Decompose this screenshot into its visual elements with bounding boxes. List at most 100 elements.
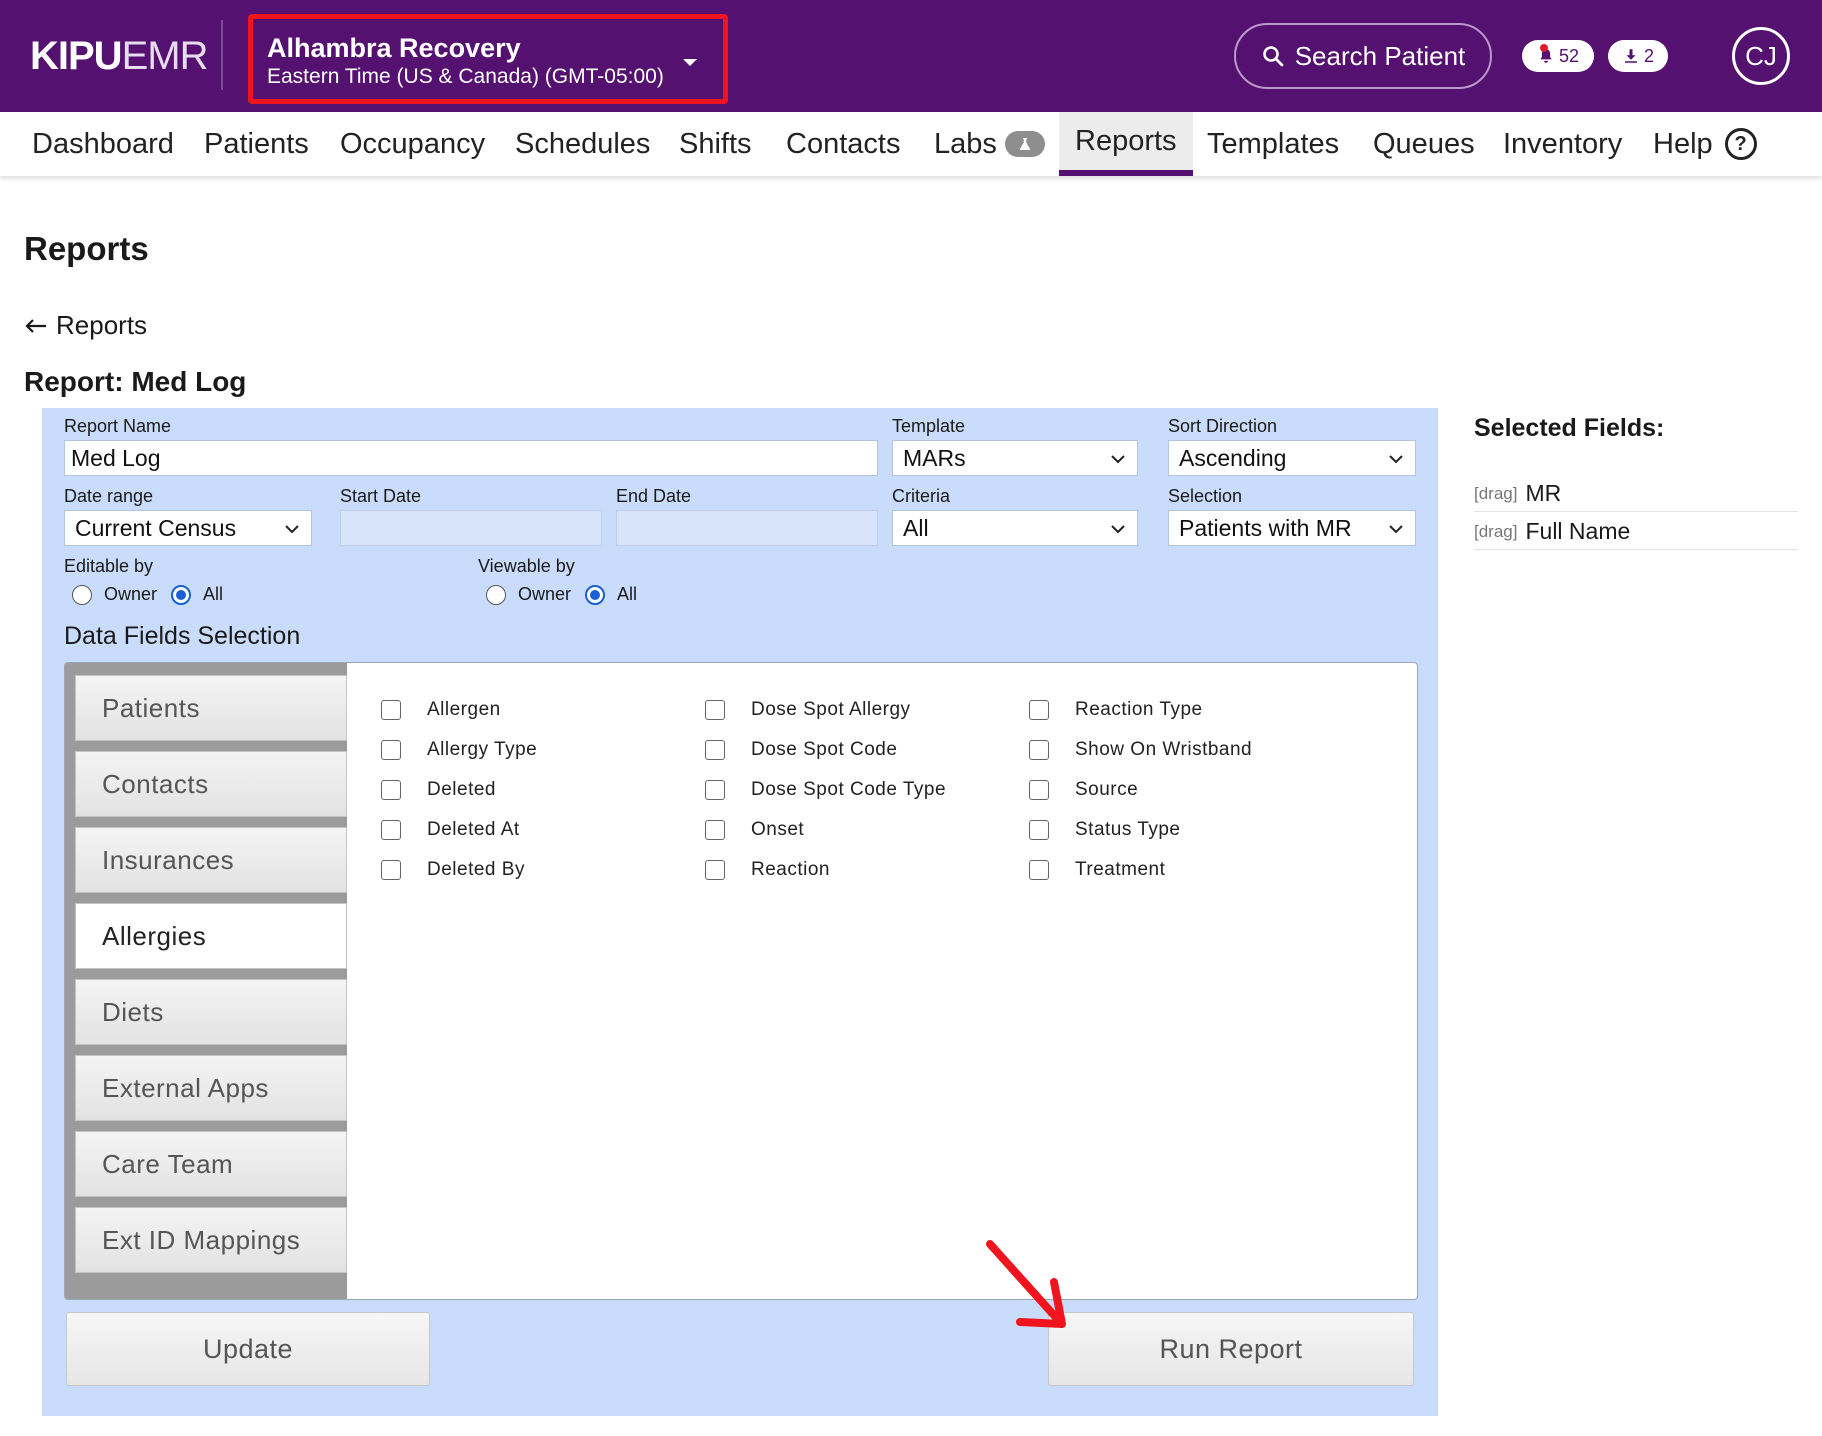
field-status-type[interactable]: Status Type xyxy=(1029,819,1181,841)
viewable-all-label: All xyxy=(617,584,638,604)
nav-queues[interactable]: Queues xyxy=(1357,112,1491,176)
update-button[interactable]: Update xyxy=(66,1312,430,1386)
start-date-input[interactable] xyxy=(340,510,602,546)
tab-allergies[interactable]: Allergies xyxy=(75,903,347,969)
template-label: Template xyxy=(892,416,966,436)
nav-help-label: Help xyxy=(1653,127,1713,160)
tab-external-apps[interactable]: External Apps xyxy=(75,1055,347,1121)
checkbox[interactable] xyxy=(705,700,725,720)
facility-selector[interactable]: Alhambra Recovery Eastern Time (US & Can… xyxy=(248,14,728,104)
field-deleted-by[interactable]: Deleted By xyxy=(381,859,525,881)
viewable-owner-label: Owner xyxy=(518,584,572,604)
run-report-button[interactable]: Run Report xyxy=(1048,1312,1414,1386)
checkbox[interactable] xyxy=(1029,860,1049,880)
checkbox[interactable] xyxy=(705,780,725,800)
downloads-count: 2 xyxy=(1643,45,1654,66)
editable-owner-label: Owner xyxy=(104,584,158,604)
nav-reports[interactable]: Reports xyxy=(1059,112,1193,176)
nav-templates[interactable]: Templates xyxy=(1191,112,1355,176)
template-select[interactable]: MARs xyxy=(892,440,1138,476)
field-treatment[interactable]: Treatment xyxy=(1029,859,1165,881)
selected-field-item[interactable]: [drag] MR xyxy=(1474,476,1798,512)
caret-down-icon xyxy=(683,59,697,66)
selection-select[interactable]: Patients with MR xyxy=(1168,510,1416,546)
nav-help[interactable]: Help ? xyxy=(1637,112,1773,176)
tab-care-team[interactable]: Care Team xyxy=(75,1131,347,1197)
nav-labs[interactable]: Labs xyxy=(918,112,1061,176)
field-dose-spot-code-type[interactable]: Dose Spot Code Type xyxy=(705,779,946,801)
user-avatar[interactable]: CJ xyxy=(1732,27,1790,85)
nav-occupancy[interactable]: Occupancy xyxy=(324,112,501,176)
checkbox[interactable] xyxy=(381,860,401,880)
checkbox[interactable] xyxy=(1029,780,1049,800)
field-deleted-at[interactable]: Deleted At xyxy=(381,819,520,841)
checkbox[interactable] xyxy=(1029,700,1049,720)
checkbox[interactable] xyxy=(705,740,725,760)
download-icon xyxy=(1624,49,1637,63)
checkbox[interactable] xyxy=(705,860,725,880)
checkbox[interactable] xyxy=(381,700,401,720)
checkbox[interactable] xyxy=(381,820,401,840)
checkbox[interactable] xyxy=(705,820,725,840)
editable-all-radio[interactable] xyxy=(171,584,192,605)
tab-ext-id-mappings[interactable]: Ext ID Mappings xyxy=(75,1207,347,1273)
selected-field-label: MR xyxy=(1525,480,1562,506)
field-show-on-wristband[interactable]: Show On Wristband xyxy=(1029,739,1252,761)
field-allergy-type[interactable]: Allergy Type xyxy=(381,739,537,761)
flask-icon xyxy=(1004,131,1045,157)
drag-handle[interactable]: [drag] xyxy=(1474,522,1517,542)
data-fields-title: Data Fields Selection xyxy=(64,622,301,650)
arrow-left-icon xyxy=(25,318,46,333)
viewable-owner-radio[interactable] xyxy=(486,584,506,605)
kipu-logo[interactable]: KIPUEMR xyxy=(30,34,208,79)
sort-direction-select[interactable]: Ascending xyxy=(1168,440,1416,476)
field-allergen[interactable]: Allergen xyxy=(381,699,501,721)
search-icon xyxy=(1262,46,1284,67)
field-reaction[interactable]: Reaction xyxy=(705,859,830,881)
nav-shifts[interactable]: Shifts xyxy=(663,112,768,176)
report-title: Report: Med Log xyxy=(24,366,247,397)
nav-contacts[interactable]: Contacts xyxy=(770,112,916,176)
tab-contacts[interactable]: Contacts xyxy=(75,751,347,817)
field-source[interactable]: Source xyxy=(1029,779,1138,801)
data-field-tabs: Patients Contacts Insurances Allergies D… xyxy=(65,663,347,1299)
field-deleted[interactable]: Deleted xyxy=(381,779,496,801)
viewable-all-radio[interactable] xyxy=(585,584,606,605)
checkbox[interactable] xyxy=(1029,820,1049,840)
nav-dashboard[interactable]: Dashboard xyxy=(16,112,190,176)
viewable-by-group: Owner All xyxy=(486,584,651,605)
editable-owner-radio[interactable] xyxy=(72,584,92,605)
viewable-by-label: Viewable by xyxy=(478,556,575,576)
field-onset[interactable]: Onset xyxy=(705,819,804,841)
drag-handle[interactable]: [drag] xyxy=(1474,484,1517,504)
checkbox[interactable] xyxy=(381,780,401,800)
top-header: KIPUEMR Alhambra Recovery Eastern Time (… xyxy=(0,0,1822,112)
end-date-input[interactable] xyxy=(616,510,878,546)
tab-patients[interactable]: Patients xyxy=(75,675,347,741)
search-patient-button[interactable]: Search Patient xyxy=(1234,23,1492,89)
checkbox[interactable] xyxy=(381,740,401,760)
chevron-down-icon xyxy=(1389,525,1403,534)
selected-field-item[interactable]: [drag] Full Name xyxy=(1474,514,1798,550)
nav-schedules[interactable]: Schedules xyxy=(499,112,666,176)
back-to-reports-link[interactable]: Reports xyxy=(24,310,147,341)
nav-patients[interactable]: Patients xyxy=(188,112,325,176)
report-name-input[interactable]: Med Log xyxy=(64,440,878,476)
nav-inventory[interactable]: Inventory xyxy=(1487,112,1638,176)
field-dose-spot-allergy[interactable]: Dose Spot Allergy xyxy=(705,699,911,721)
editable-by-group: Owner All xyxy=(72,584,237,605)
tab-insurances[interactable]: Insurances xyxy=(75,827,347,893)
start-date-label: Start Date xyxy=(340,486,422,506)
back-link-label: Reports xyxy=(56,310,148,340)
date-range-select[interactable]: Current Census xyxy=(64,510,312,546)
alerts-badge[interactable]: 52 xyxy=(1522,40,1594,72)
help-icon: ? xyxy=(1724,128,1757,160)
criteria-label: Criteria xyxy=(892,486,951,506)
editable-all-label: All xyxy=(203,584,224,604)
downloads-badge[interactable]: 2 xyxy=(1608,40,1668,72)
checkbox[interactable] xyxy=(1029,740,1049,760)
field-reaction-type[interactable]: Reaction Type xyxy=(1029,699,1203,721)
criteria-select[interactable]: All xyxy=(892,510,1138,546)
field-dose-spot-code[interactable]: Dose Spot Code xyxy=(705,739,897,761)
tab-diets[interactable]: Diets xyxy=(75,979,347,1045)
